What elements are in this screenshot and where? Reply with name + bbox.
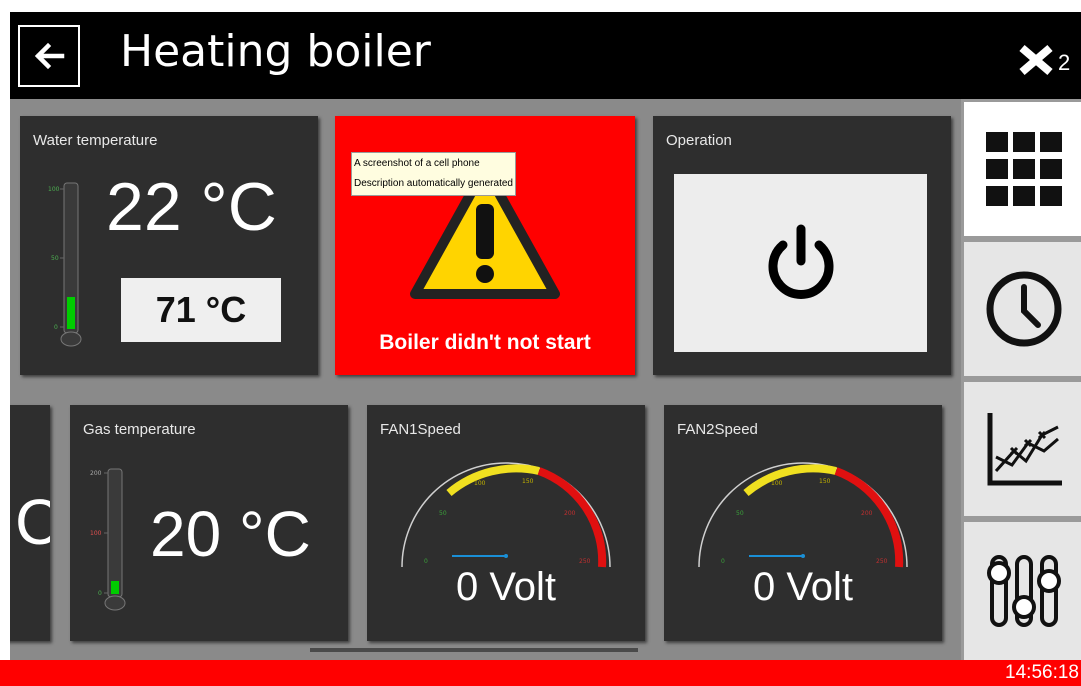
water-thermometer-icon: 100 50 0	[48, 182, 82, 347]
fan1-speed-value: 0 Volt	[455, 565, 557, 609]
image-description-tooltip: A screenshot of a cell phone Description…	[351, 152, 516, 196]
chart-icon	[987, 413, 1062, 486]
water-temperature-label: Water temperature	[33, 132, 158, 149]
water-temperature-value: 22 °C	[106, 169, 277, 245]
side-nav	[961, 99, 1081, 660]
tooltip-line-2: Description automatically generated	[354, 178, 513, 189]
nav-schedule-button[interactable]	[964, 242, 1081, 376]
operation-label: Operation	[666, 132, 732, 149]
alarm-tile[interactable]: A screenshot of a cell phone Description…	[335, 116, 635, 375]
fan2-tick-250: 250	[876, 558, 888, 565]
fan2-speed-value: 0 Volt	[752, 565, 854, 609]
gas-temperature-tile[interactable]: Gas temperature 200 100 0 20 °C	[70, 405, 348, 641]
water-setpoint-value[interactable]: 71 °C	[121, 278, 281, 342]
fan1-gauge: 0 50 100 150 200 250	[401, 462, 611, 568]
water-tick-50: 50	[51, 255, 59, 262]
operation-tile: Operation	[653, 116, 951, 375]
nav-settings-button[interactable]	[964, 522, 1081, 660]
gas-temperature-value: 20 °C	[150, 498, 311, 570]
water-tick-100: 100	[48, 186, 60, 193]
power-button[interactable]	[674, 174, 927, 352]
fan2-tick-100: 100	[771, 480, 783, 487]
fan2-speed-label: FAN2Speed	[677, 421, 758, 438]
water-temperature-tile[interactable]: Water temperature 100 50 0 22 °C 71 °C	[20, 116, 318, 375]
header-bar: Heating boiler 2	[10, 12, 1081, 99]
back-arrow-icon	[34, 42, 65, 70]
horizontal-scrollbar[interactable]	[310, 648, 638, 652]
gas-tick-0: 0	[98, 590, 102, 597]
nav-dashboard-button[interactable]	[964, 102, 1081, 236]
fan2-tick-0: 0	[721, 558, 725, 565]
fan1-tick-250: 250	[579, 558, 591, 565]
fan1-speed-label: FAN1Speed	[380, 421, 461, 438]
brand-logo-superscript: 2	[1058, 50, 1071, 75]
fan1-tick-0: 0	[424, 558, 428, 565]
gas-temperature-label: Gas temperature	[83, 421, 196, 438]
partial-tile-value: C	[15, 486, 50, 558]
fan1-tick-150: 150	[522, 478, 534, 485]
fan2-tick-200: 200	[861, 510, 873, 517]
fan2-tick-50: 50	[736, 510, 744, 517]
fan1-speed-tile[interactable]: FAN1Speed 0 50 100 150 200 250 0 Volt	[367, 405, 645, 641]
fan1-tick-200: 200	[564, 510, 576, 517]
gas-thermometer-icon: 200 100 0	[90, 468, 126, 611]
water-tick-0: 0	[54, 324, 58, 331]
clock-time: 14:56:18	[1005, 662, 1079, 683]
gas-tick-200: 200	[90, 470, 102, 477]
power-icon	[768, 224, 833, 299]
back-button[interactable]	[18, 25, 80, 87]
status-bar: 14:56:18	[0, 660, 1081, 686]
app-window: Heating boiler 2 Water temperature 100 5…	[0, 0, 1081, 686]
partial-tile[interactable]: C	[10, 405, 50, 641]
dashboard-area: Water temperature 100 50 0 22 °C 71 °C A…	[10, 99, 961, 660]
fan2-gauge: 0 50 100 150 200 250	[698, 462, 908, 568]
brand-logo-icon	[1019, 44, 1053, 76]
clock-icon	[986, 271, 1062, 347]
alarm-message: Boiler didn't not start	[379, 331, 591, 354]
sliders-icon	[987, 555, 1061, 627]
gas-tick-100: 100	[90, 530, 102, 537]
fan1-tick-50: 50	[439, 510, 447, 517]
tooltip-line-1: A screenshot of a cell phone	[354, 158, 480, 169]
page-title: Heating boiler	[120, 26, 431, 77]
nav-trends-button[interactable]	[964, 382, 1081, 516]
fan2-speed-tile[interactable]: FAN2Speed 0 50 100 150 200 250 0 Volt	[664, 405, 942, 641]
fan2-tick-150: 150	[819, 478, 831, 485]
grid-icon	[986, 132, 1062, 206]
fan1-tick-100: 100	[474, 480, 486, 487]
